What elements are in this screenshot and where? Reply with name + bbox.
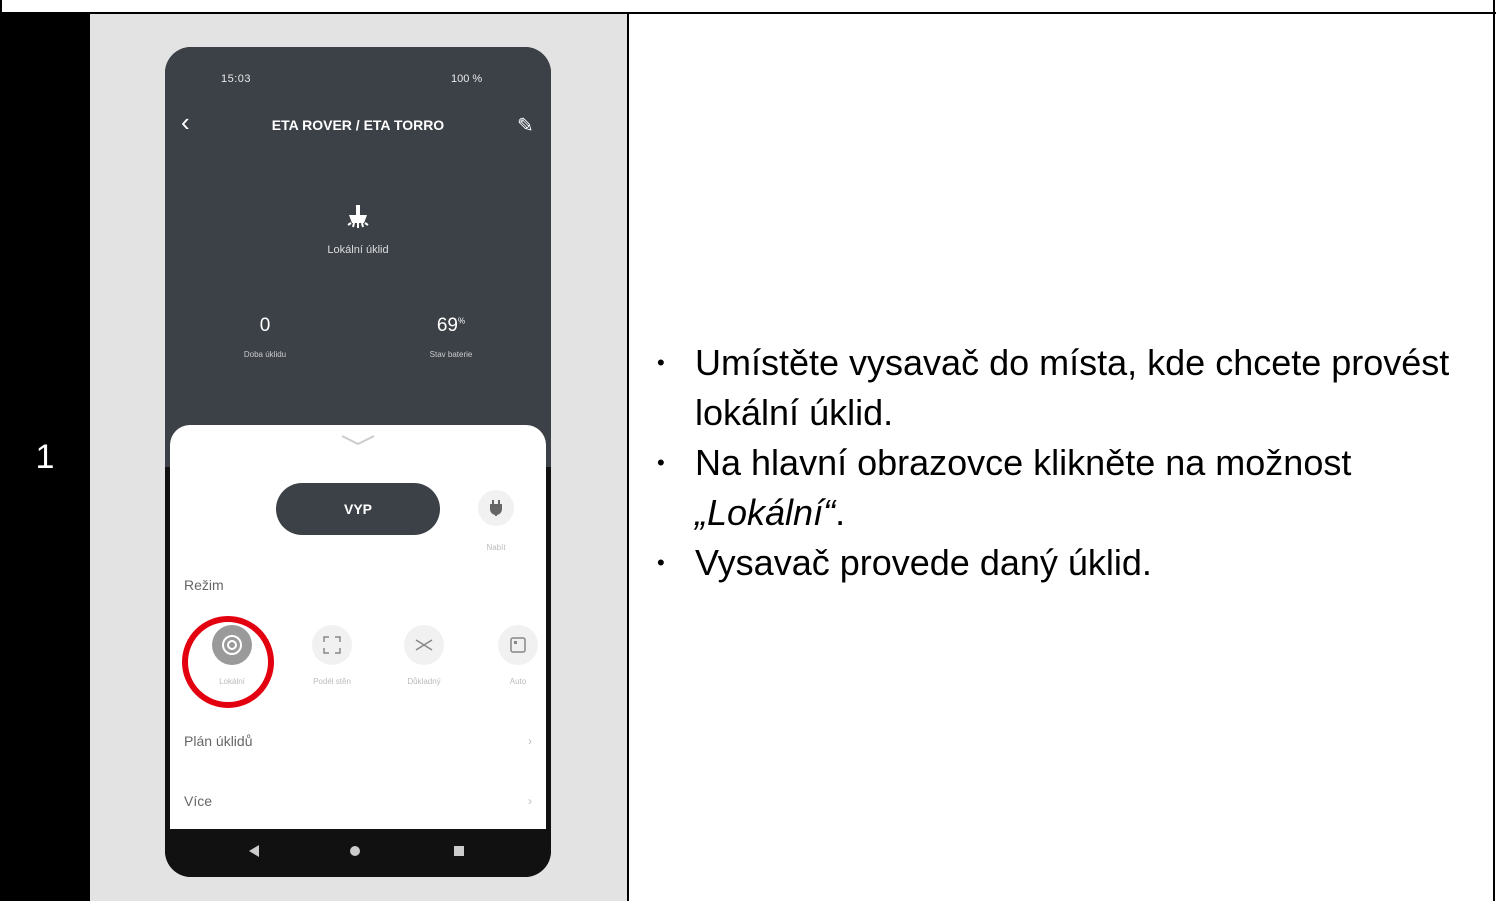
status-battery: 100 % <box>451 73 483 85</box>
edge-icon <box>323 636 341 654</box>
chevron-right-icon: › <box>528 794 532 808</box>
app-header-area <box>165 47 551 467</box>
nav-recents-icon[interactable] <box>454 846 464 856</box>
android-nav-bar <box>165 829 551 877</box>
current-mode-label: Lokální úklid <box>327 244 389 256</box>
step-number: 1 <box>35 438 55 476</box>
battery-label: Stav baterie <box>429 350 473 359</box>
chevron-down-icon[interactable] <box>340 433 376 447</box>
charge-label: Nabít <box>486 543 506 552</box>
cleaning-time-value: 0 <box>259 315 271 336</box>
charge-button[interactable] <box>478 490 514 526</box>
column-divider <box>627 14 629 901</box>
cleaning-time-label: Doba úklidu <box>243 350 287 359</box>
table-left-border <box>0 0 2 14</box>
mode-edge-button[interactable] <box>312 625 352 665</box>
battery-value: 69% <box>436 315 466 336</box>
chevron-right-icon: › <box>528 734 532 748</box>
highlight-circle <box>182 616 274 708</box>
edit-icon[interactable]: ✎ <box>517 113 534 138</box>
mode-auto-button[interactable] <box>498 625 538 665</box>
instruction-option-name: „Lokální“ <box>695 492 836 533</box>
nav-home-icon[interactable] <box>350 846 360 856</box>
vacuum-mode-icon <box>347 205 369 228</box>
schedule-row[interactable]: Plán úklidů <box>184 733 253 749</box>
mode-edge-label: Podél stěn <box>313 677 351 686</box>
mode-deep-label: Důkladný <box>407 677 441 686</box>
instruction-text: Na hlavní obrazovce klikněte na možnost <box>695 442 1352 483</box>
nav-back-icon[interactable] <box>249 845 259 857</box>
more-row[interactable]: Více <box>184 793 212 809</box>
mode-auto-label: Auto <box>509 677 527 686</box>
table-right-border-top <box>1493 0 1495 14</box>
power-off-button[interactable]: VYP <box>276 483 440 535</box>
status-time: 15:03 <box>221 73 252 85</box>
instruction-text: . <box>835 492 846 533</box>
instruction-item: Na hlavní obrazovce klikněte na možnost … <box>655 438 1475 538</box>
plug-icon <box>490 500 502 516</box>
instruction-item: Vysavač provede daný úklid. <box>655 538 1475 588</box>
phone-screenshot: 15:03 100 % ‹ ETA ROVER / ETA TORRO ✎ Lo… <box>165 47 551 877</box>
table-right-border <box>1493 14 1495 901</box>
mode-section-title: Režim <box>184 577 224 593</box>
manual-page: 1 15:03 100 % ‹ ETA ROVER / ETA TORRO ✎ … <box>0 0 1496 901</box>
app-title: ETA ROVER / ETA TORRO <box>271 117 445 133</box>
instruction-item: Umístěte vysavač do místa, kde chcete pr… <box>655 338 1475 438</box>
mode-deep-button[interactable] <box>404 625 444 665</box>
auto-icon <box>510 637 526 653</box>
shuffle-icon <box>415 639 433 651</box>
instruction-list: Umístěte vysavač do místa, kde chcete pr… <box>655 338 1475 588</box>
